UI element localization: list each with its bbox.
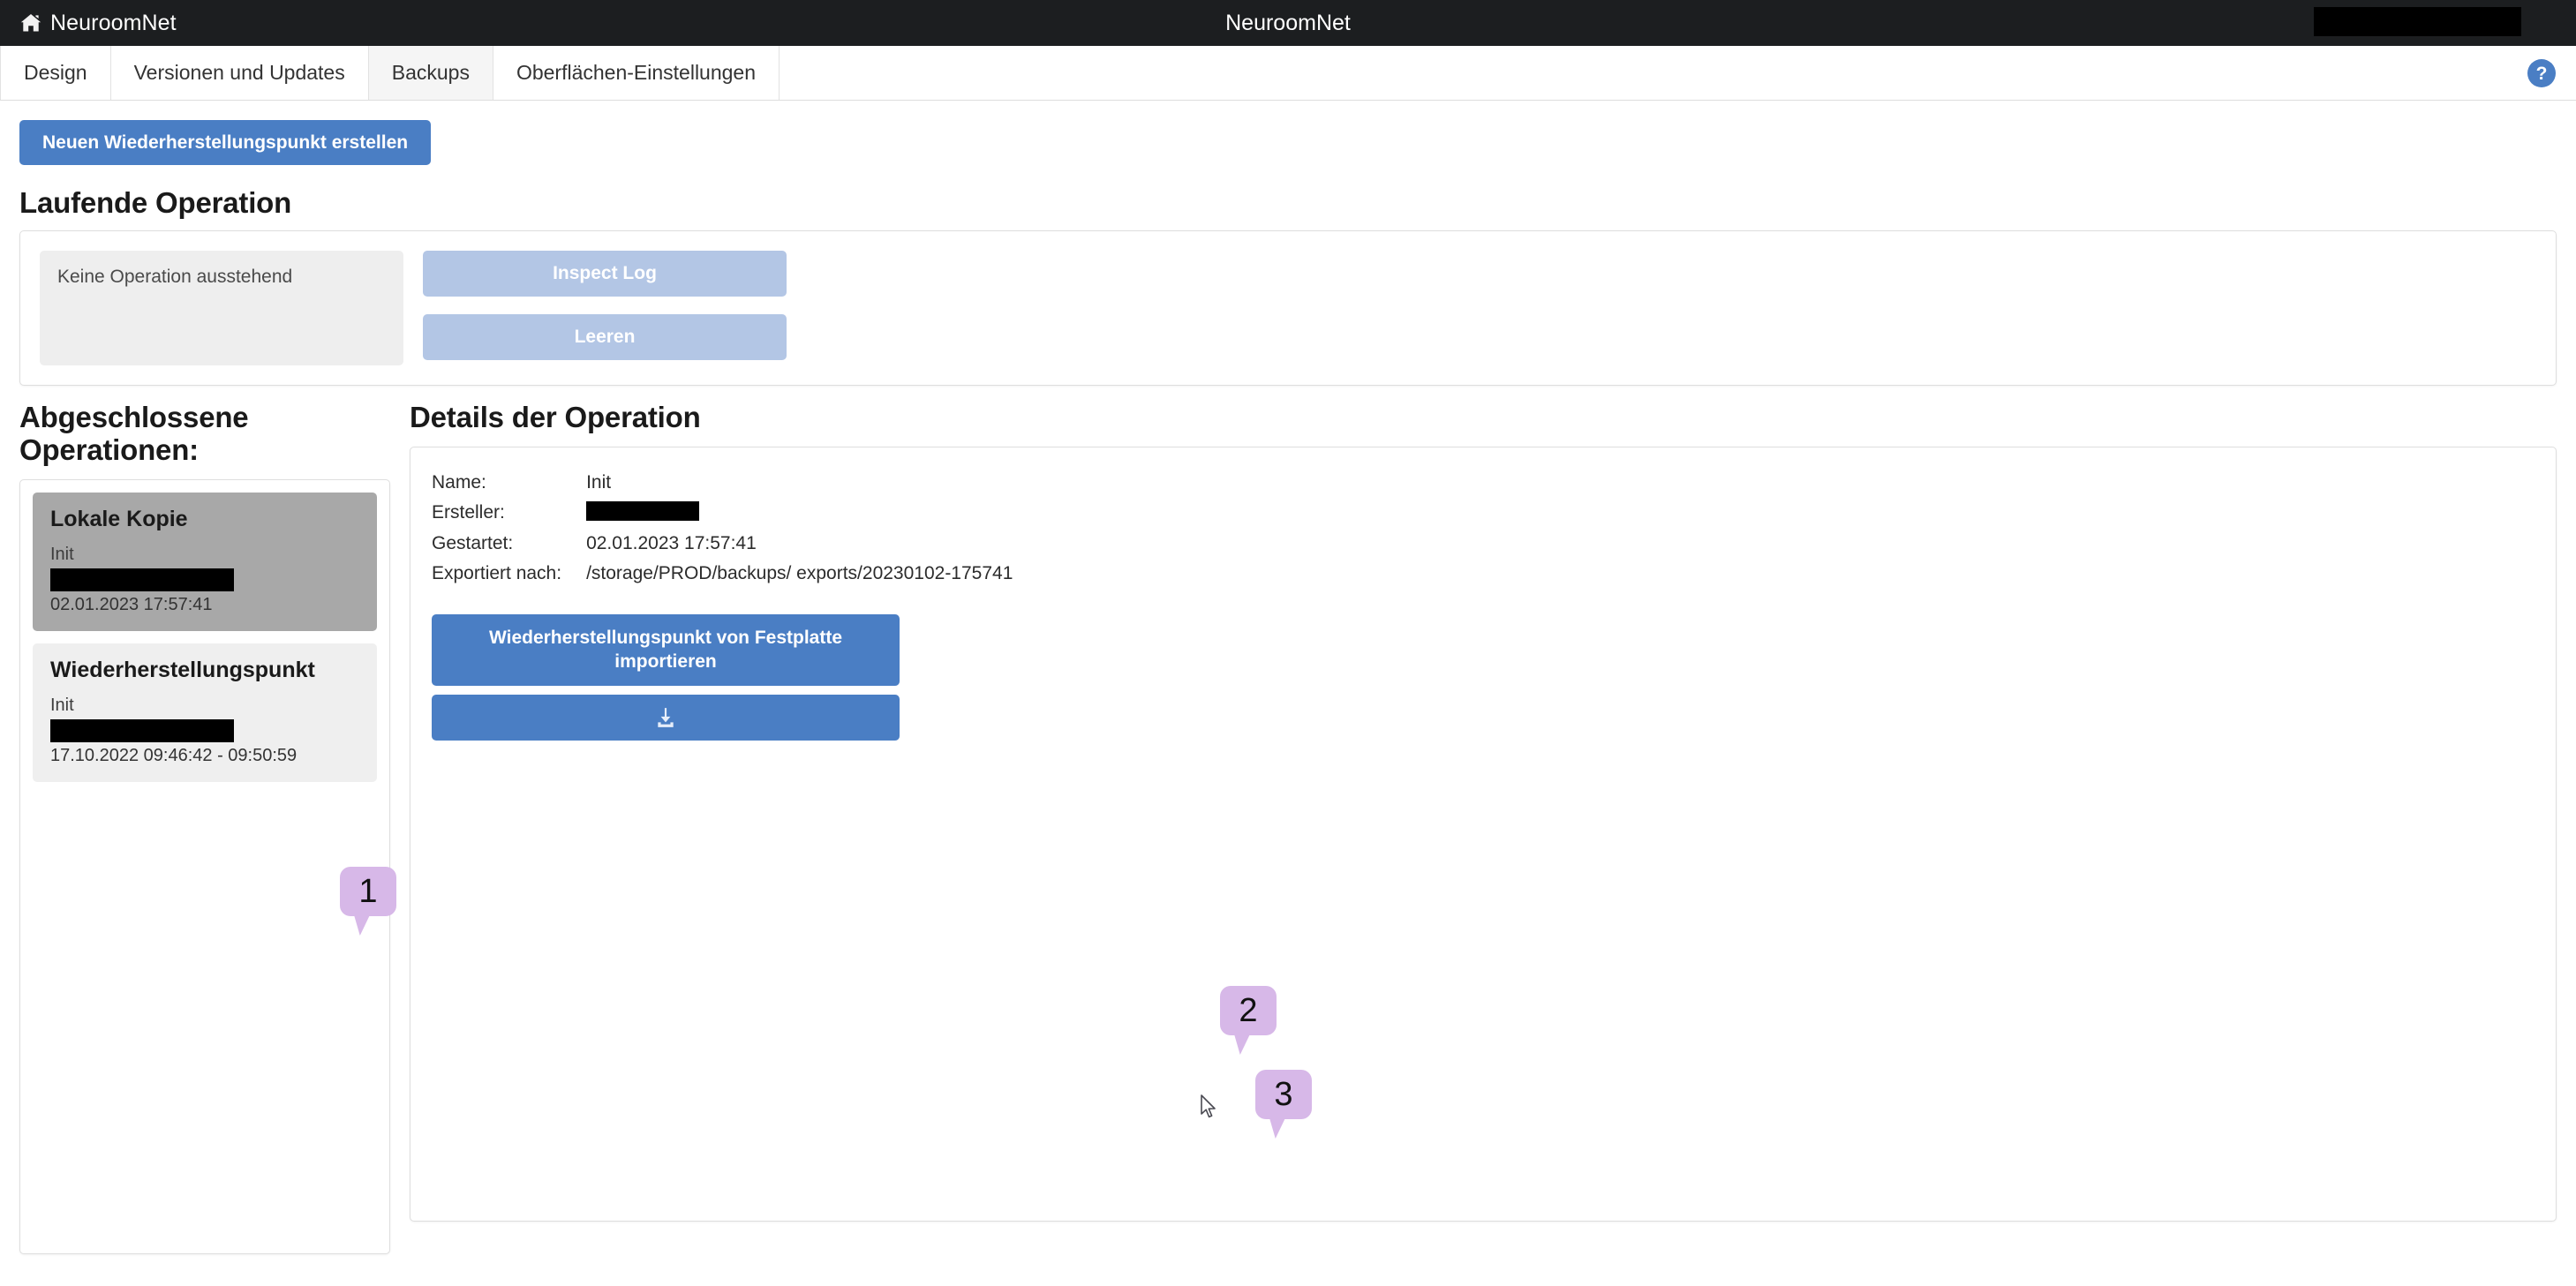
download-icon — [658, 708, 674, 727]
detail-key-gestartet: Gestartet: — [432, 532, 514, 553]
operation-subtitle: Init — [50, 696, 74, 715]
running-operation-panel: Keine Operation ausstehend Inspect Log L… — [19, 230, 2557, 387]
completed-operations-heading: Abgeschlossene Operationen: — [19, 401, 249, 467]
detail-key-ersteller: Ersteller: — [432, 502, 505, 523]
navbar-center-title: NeuroomNet — [1225, 10, 1351, 35]
navbar-redacted-block — [2314, 7, 2521, 36]
tab-versionen-und-updates[interactable]: Versionen und Updates — [110, 46, 369, 100]
lower-content: Abgeschlossene Operationen: Lokale Kopie… — [0, 401, 2576, 1254]
operation-date: 02.01.2023 17:57:41 — [50, 595, 213, 614]
tab-design[interactable]: Design — [0, 46, 111, 100]
table-row: Name: Init — [432, 470, 1013, 500]
create-restore-point-button[interactable]: Neuen Wiederherstellungspunkt erstellen — [19, 120, 432, 166]
table-row: Exportiert nach: /storage/PROD/backups/ … — [432, 561, 1013, 591]
table-row: Ersteller: — [432, 500, 1013, 530]
running-operation-actions: Inspect Log Leeren — [423, 251, 787, 361]
operation-details-column: Details der Operation Name: Init Erstell… — [410, 401, 2557, 1222]
tab-backups[interactable]: Backups — [368, 46, 493, 100]
operation-date: 17.10.2022 09:46:42 - 09:50:59 — [50, 746, 298, 765]
operation-title: Wiederherstellungspunkt — [50, 658, 315, 682]
operation-details-panel: Name: Init Ersteller: Gestartet: 02.01.2… — [410, 447, 2557, 1222]
detail-key-name: Name: — [432, 472, 486, 493]
completed-operations-column: Abgeschlossene Operationen: Lokale Kopie… — [19, 401, 396, 1254]
detail-value-ersteller-redacted — [586, 500, 1013, 530]
help-circle-icon: ? — [2527, 58, 2556, 87]
brand-home-link[interactable]: NeuroomNet — [19, 11, 177, 36]
toolbar: Neuen Wiederherstellungspunkt erstellen — [0, 101, 2576, 166]
redacted-block — [586, 501, 700, 522]
operation-status-text: Keine Operation ausstehend — [57, 267, 293, 288]
completed-operations-list: Lokale Kopie Init 02.01.2023 17:57:41 Wi… — [19, 479, 390, 1254]
clear-log-button[interactable]: Leeren — [423, 314, 787, 361]
operation-details-actions: Wiederherstellungspunkt von Festplatte i… — [432, 614, 900, 741]
operation-details-heading: Details der Operation — [410, 401, 701, 434]
detail-key-exportiert-nach: Exportiert nach: — [432, 563, 562, 584]
tab-oberflaechen-einstellungen[interactable]: Oberflächen-Einstellungen — [493, 46, 780, 100]
operation-creator-redacted — [50, 568, 234, 591]
svg-text:?: ? — [2536, 64, 2548, 84]
list-item[interactable]: Wiederherstellungspunkt Init 17.10.2022 … — [33, 643, 377, 782]
top-navbar: NeuroomNet NeuroomNet — [0, 0, 2576, 46]
operation-creator-redacted — [50, 719, 234, 742]
detail-value-exportiert-nach: /storage/PROD/backups/ exports/20230102-… — [586, 563, 1013, 584]
brand-label: NeuroomNet — [50, 10, 177, 35]
list-item[interactable]: Lokale Kopie Init 02.01.2023 17:57:41 — [33, 493, 377, 631]
detail-value-name: Init — [586, 472, 612, 493]
inspect-log-button[interactable]: Inspect Log — [423, 251, 787, 297]
tab-bar: Design Versionen und Updates Backups Obe… — [0, 46, 2576, 101]
home-icon — [20, 14, 41, 32]
detail-value-gestartet: 02.01.2023 17:57:41 — [586, 532, 757, 553]
running-operation-heading: Laufende Operation — [19, 186, 292, 220]
operation-subtitle: Init — [50, 545, 74, 564]
help-button[interactable]: ? — [2527, 58, 2557, 88]
import-restore-point-button[interactable]: Wiederherstellungspunkt von Festplatte i… — [432, 614, 900, 686]
operation-status-box: Keine Operation ausstehend — [40, 251, 403, 366]
operation-details-table: Name: Init Ersteller: Gestartet: 02.01.2… — [432, 470, 1013, 591]
operation-title: Lokale Kopie — [50, 507, 188, 531]
table-row: Gestartet: 02.01.2023 17:57:41 — [432, 531, 1013, 561]
download-backup-button[interactable] — [432, 694, 900, 741]
